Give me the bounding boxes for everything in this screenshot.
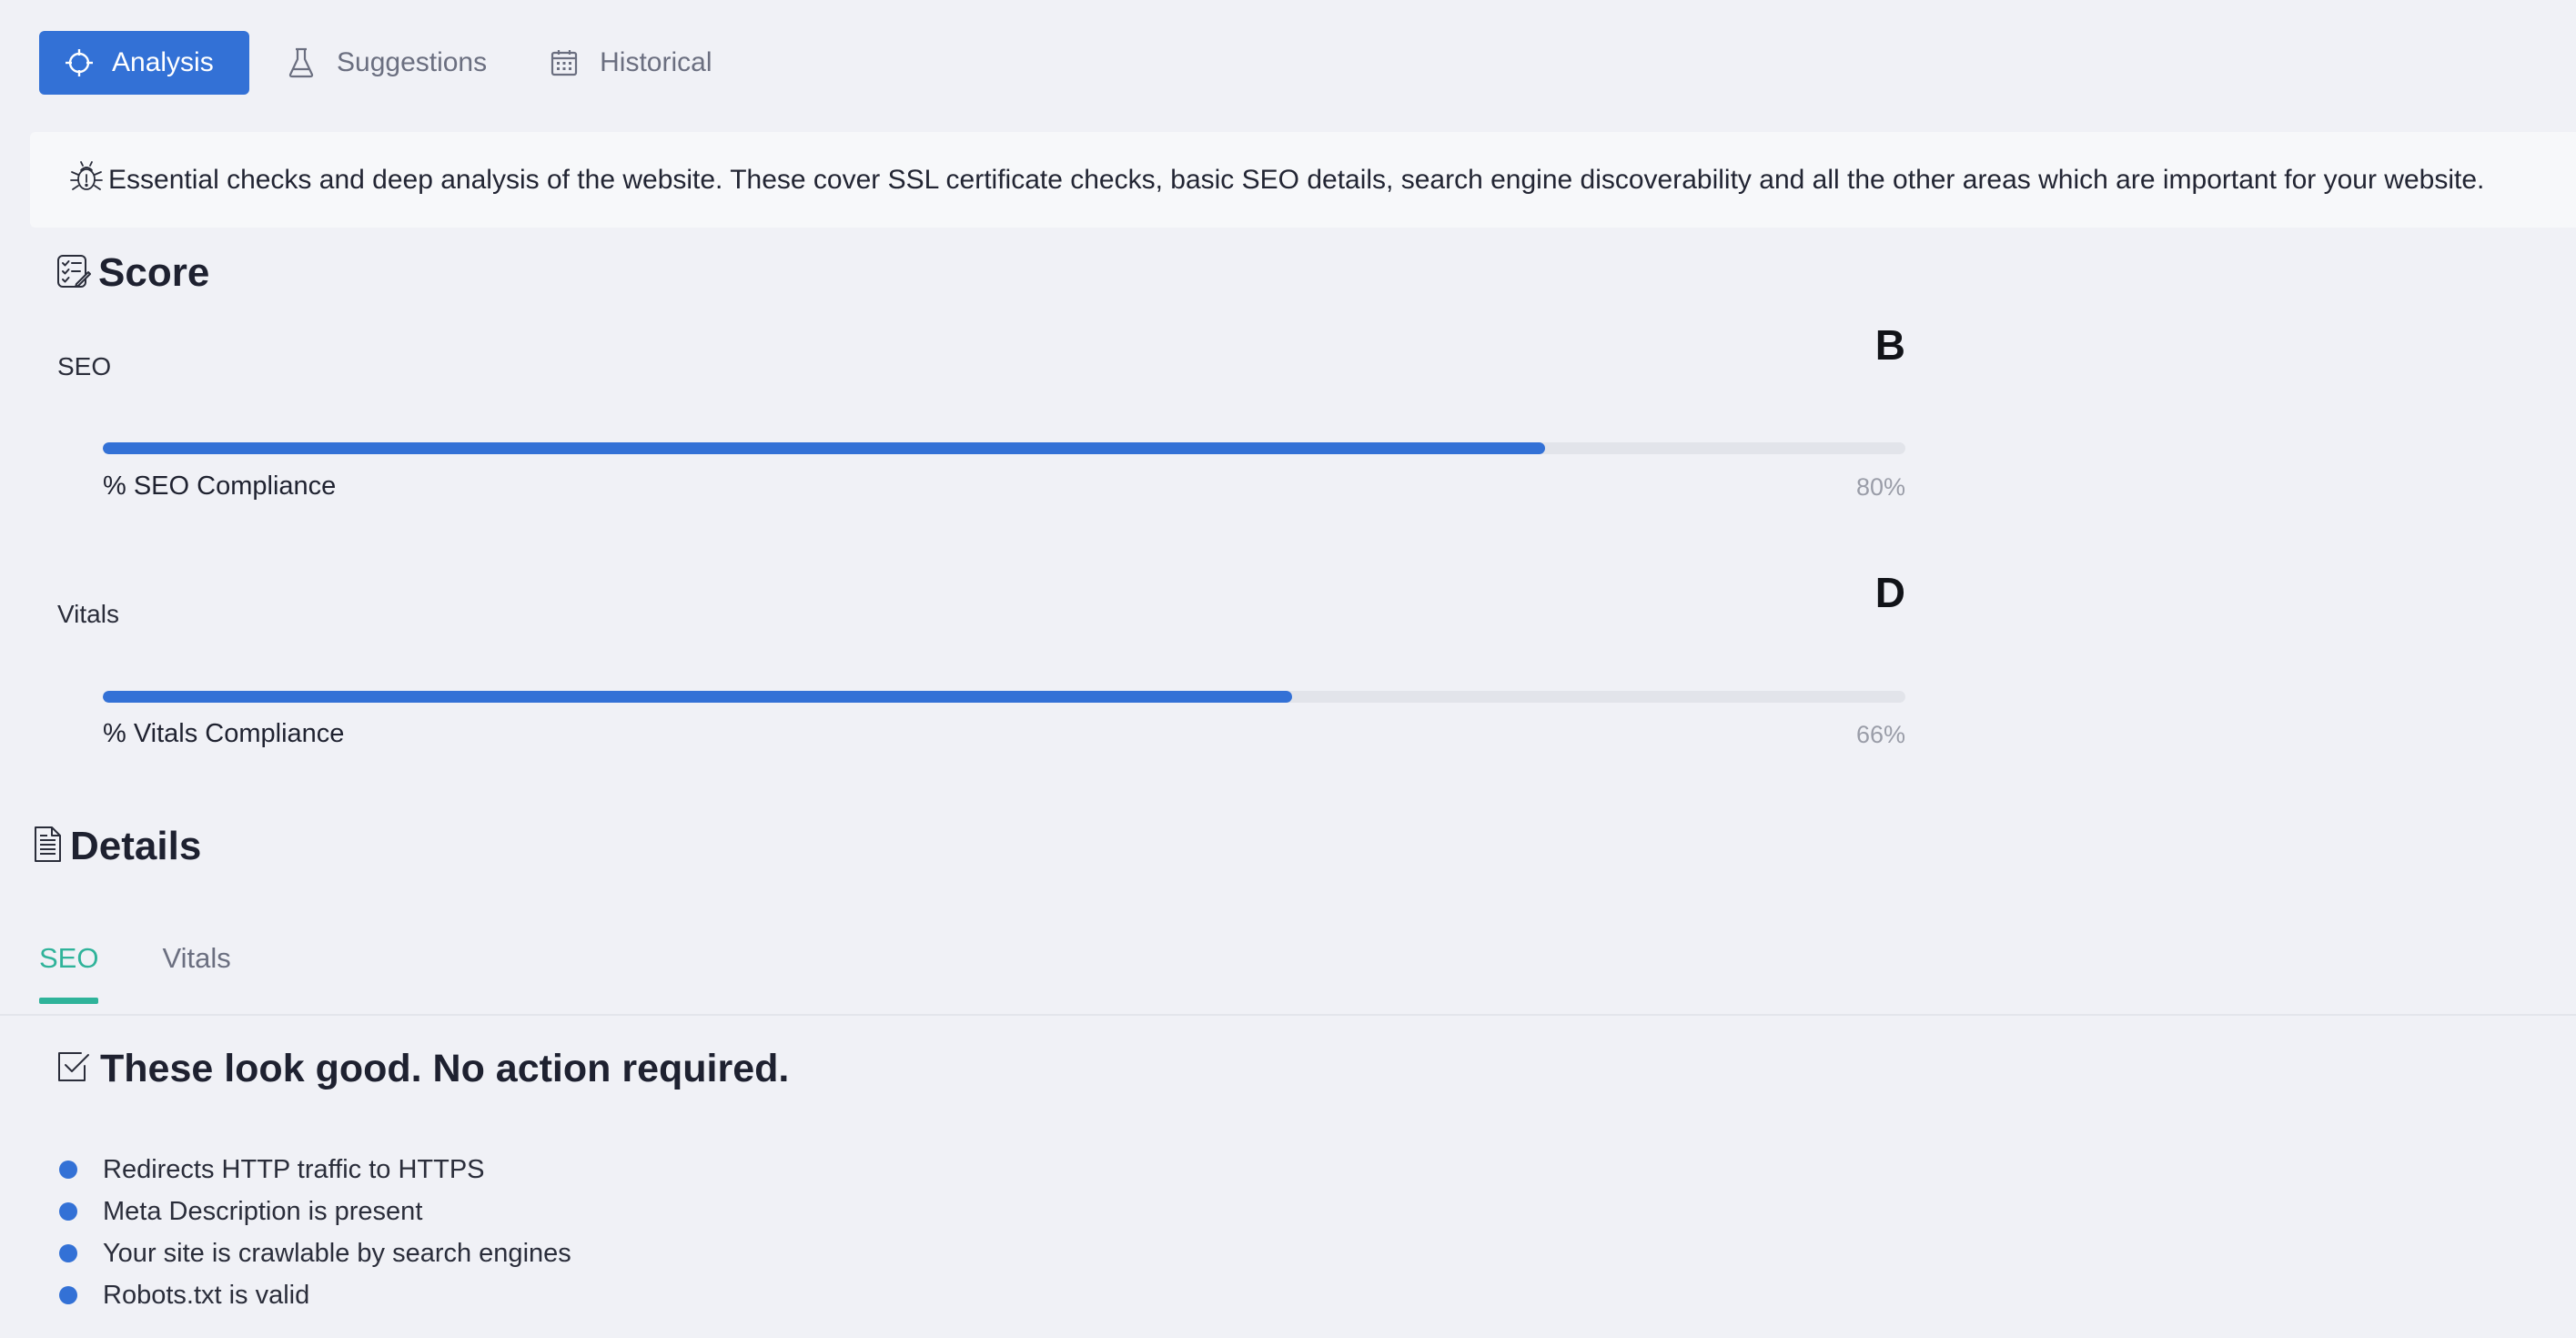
- checklist-icon: [56, 253, 91, 294]
- tab-suggestions[interactable]: Suggestions: [288, 31, 487, 95]
- list-item: Redirects HTTP traffic to HTTPS: [59, 1149, 571, 1191]
- tab-analysis[interactable]: Analysis: [39, 31, 249, 95]
- bug-icon: [70, 160, 103, 199]
- bullet-dot: [59, 1161, 77, 1179]
- list-item-text: Robots.txt is valid: [103, 1280, 310, 1310]
- bullet-dot: [59, 1286, 77, 1304]
- details-tab-vitals[interactable]: Vitals: [162, 942, 230, 1002]
- bullet-dot: [59, 1202, 77, 1221]
- calendar-icon: [551, 49, 578, 76]
- checkbox-icon: [56, 1049, 91, 1089]
- details-heading: Details: [32, 824, 201, 869]
- progress-fill-vitals: [103, 691, 1293, 703]
- details-tab-bar: SEO Vitals: [39, 942, 231, 1004]
- crosshair-icon: [65, 48, 94, 77]
- metric-label-vitals: Vitals: [57, 600, 119, 628]
- tab-historical-label: Historical: [600, 47, 712, 77]
- document-icon: [32, 826, 63, 868]
- score-title: Score: [98, 250, 210, 295]
- good-title: These look good. No action required.: [100, 1047, 790, 1090]
- list-item-text: Your site is crawlable by search engines: [103, 1238, 571, 1268]
- percent-seo: 80%: [1855, 473, 1905, 501]
- metric-label-seo: SEO: [57, 352, 112, 380]
- details-tab-seo[interactable]: SEO: [39, 942, 99, 1004]
- progress-track-vitals: [103, 691, 1905, 703]
- caption-vitals-compliance: % Vitals Compliance: [103, 719, 345, 748]
- good-heading: These look good. No action required.: [56, 1047, 789, 1091]
- flask-icon: [288, 47, 315, 78]
- caption-seo-compliance: % SEO Compliance: [103, 471, 337, 501]
- percent-vitals: 66%: [1855, 721, 1905, 748]
- list-item-text: Redirects HTTP traffic to HTTPS: [103, 1154, 485, 1184]
- progress-fill-seo: [103, 442, 1545, 454]
- tab-analysis-label: Analysis: [112, 47, 214, 77]
- list-item: Meta Description is present: [59, 1191, 571, 1232]
- tab-suggestions-label: Suggestions: [337, 47, 488, 77]
- list-item: Robots.txt is valid: [59, 1274, 571, 1316]
- analysis-page: Analysis Suggestions Historical Essentia…: [0, 0, 2576, 1338]
- score-heading: Score: [56, 250, 209, 296]
- grade-vitals: D: [1874, 569, 1905, 616]
- bullet-dot: [59, 1244, 77, 1262]
- grade-seo: B: [1874, 321, 1905, 369]
- passed-checks-list: Redirects HTTP traffic to HTTPS Meta Des…: [59, 1149, 571, 1316]
- tabs-divider: [0, 1014, 2576, 1016]
- top-tab-bar: Analysis Suggestions Historical: [39, 31, 712, 95]
- list-item: Your site is crawlable by search engines: [59, 1232, 571, 1274]
- info-banner: Essential checks and deep analysis of th…: [30, 132, 2576, 228]
- info-text: Essential checks and deep analysis of th…: [108, 164, 2485, 195]
- details-title: Details: [70, 824, 202, 868]
- tab-historical[interactable]: Historical: [551, 31, 712, 95]
- list-item-text: Meta Description is present: [103, 1196, 423, 1226]
- progress-track-seo: [103, 442, 1905, 454]
